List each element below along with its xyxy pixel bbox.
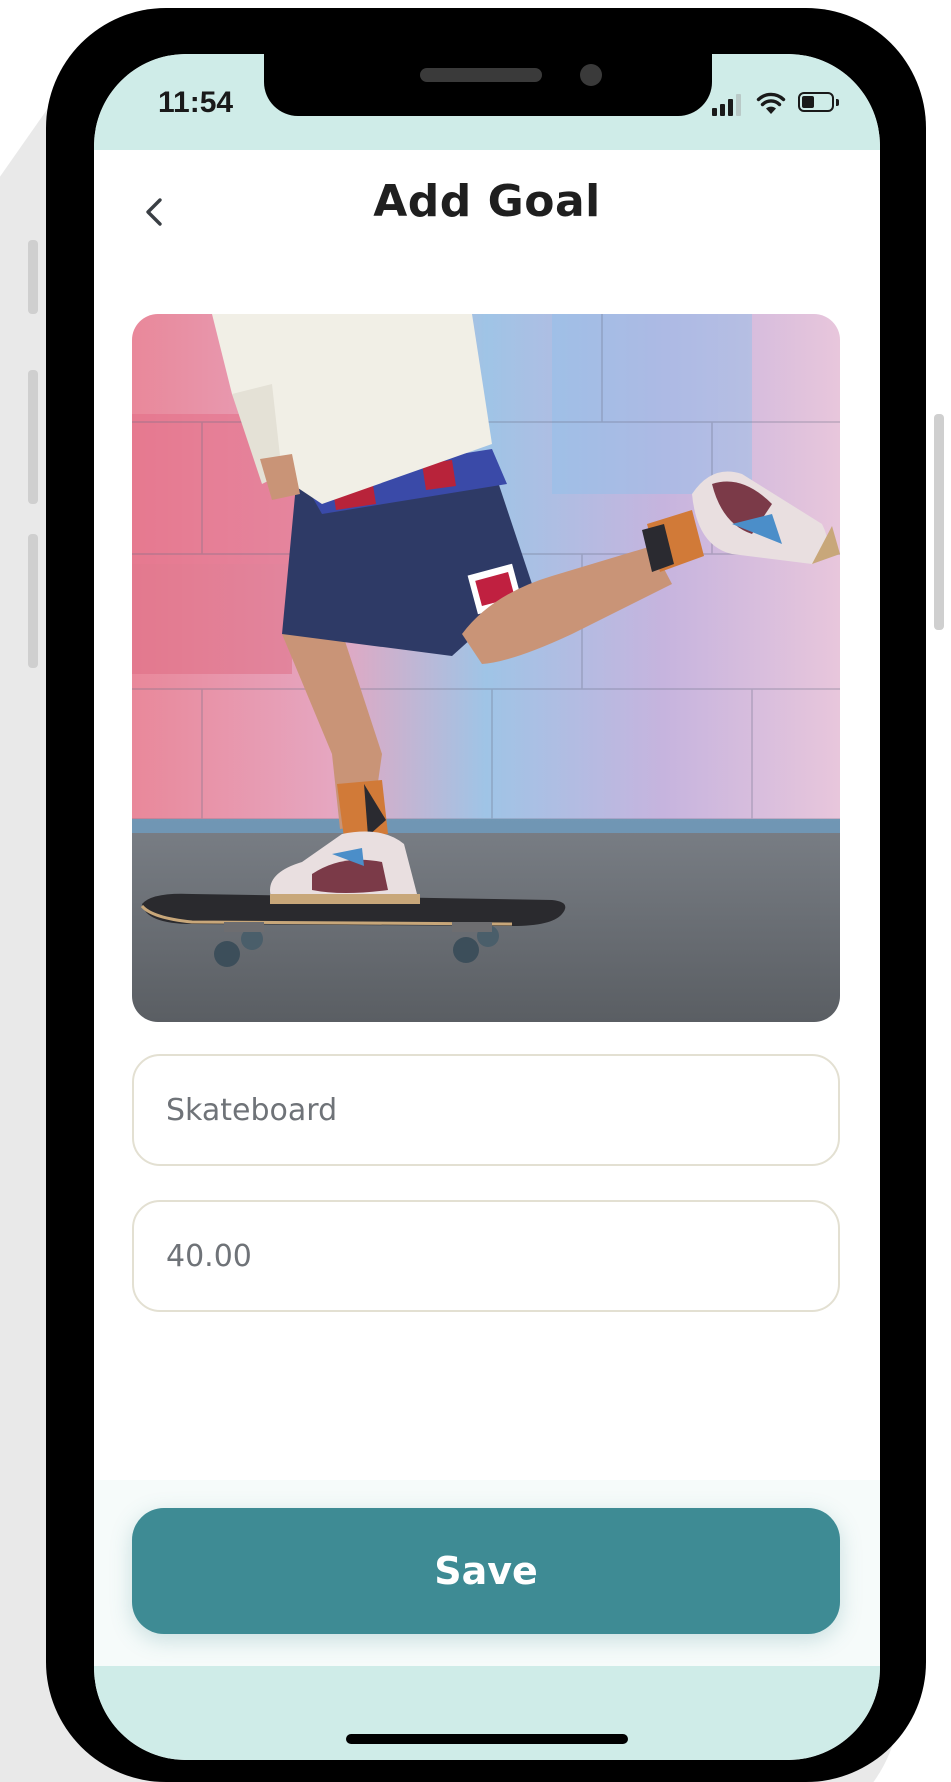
front-camera (580, 64, 602, 86)
volume-up-button (28, 370, 38, 504)
goal-name-input[interactable] (166, 1056, 806, 1164)
signal-icon (712, 92, 742, 116)
volume-down-button (28, 534, 38, 668)
skateboarder-photo (132, 314, 840, 1022)
status-time: 11:54 (158, 86, 234, 119)
phone-screen: 11:54 Add Goal Skateboard 40.00 Save (94, 54, 880, 1760)
notch (264, 54, 712, 116)
page-title: Add Goal (373, 176, 601, 227)
home-indicator[interactable] (346, 1734, 628, 1744)
goal-amount-field[interactable] (132, 1200, 840, 1312)
goal-amount-input[interactable] (166, 1202, 806, 1310)
wifi-icon (756, 92, 786, 114)
power-button (934, 414, 944, 630)
goal-name-field[interactable] (132, 1054, 840, 1166)
save-button[interactable]: Save (132, 1508, 840, 1634)
battery-icon (798, 92, 840, 114)
mute-switch (28, 240, 38, 314)
bottom-bar (94, 1666, 880, 1760)
header: Add Goal (94, 150, 880, 270)
speaker-grille (420, 68, 542, 82)
goal-image[interactable] (132, 314, 840, 1022)
status-icons (702, 90, 842, 118)
